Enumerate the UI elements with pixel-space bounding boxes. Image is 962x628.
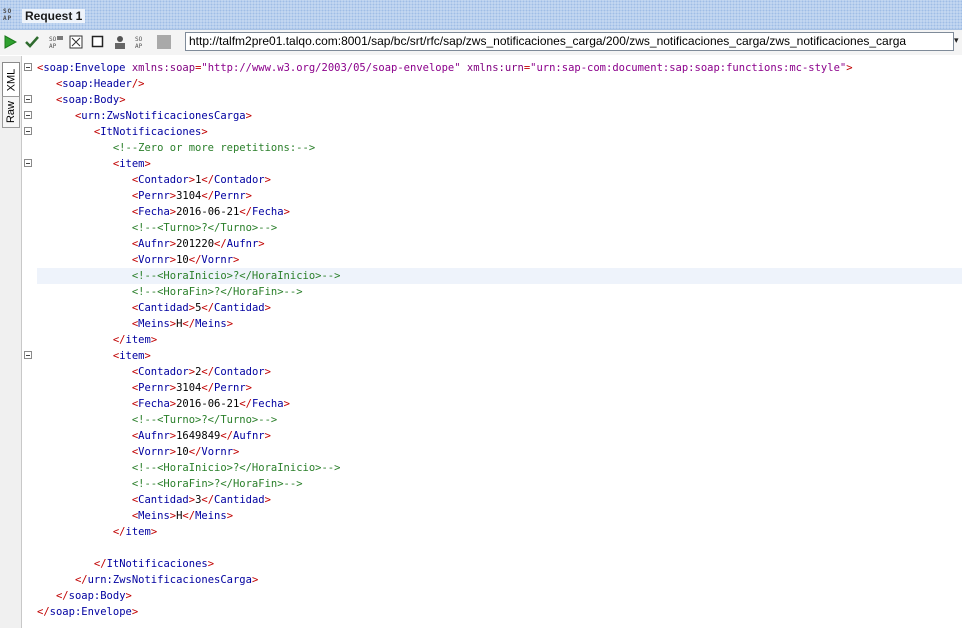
fold-toggle-icon[interactable] <box>24 63 32 71</box>
code-text: <Meins>H</Meins> <box>131 318 234 330</box>
code-line[interactable]: <Vornr>10</Vornr> <box>22 444 962 460</box>
code-text: <soap:Body> <box>55 94 126 106</box>
code-text: <ItNotificaciones> <box>93 126 208 138</box>
check-icon[interactable] <box>24 34 40 50</box>
code-text: <Pernr>3104</Pernr> <box>131 190 252 202</box>
code-text: <!--<HoraInicio>?</HoraInicio>--> <box>131 462 341 474</box>
code-line[interactable]: <ItNotificaciones> <box>22 124 962 140</box>
code-text: <!--<HoraFin>?</HoraFin>--> <box>131 286 303 298</box>
code-line[interactable]: <Aufnr>1649849</Aufnr> <box>22 428 962 444</box>
code-line[interactable]: <!--Zero or more repetitions:--> <box>22 140 962 156</box>
code-text: <Contador>2</Contador> <box>131 366 271 378</box>
code-text: </item> <box>112 526 158 538</box>
expand-icon[interactable] <box>68 34 84 50</box>
window-title: Request 1 <box>22 9 86 23</box>
code-line[interactable]: <urn:ZwsNotificacionesCarga> <box>22 108 962 124</box>
tab-raw[interactable]: Raw <box>2 96 20 128</box>
code-text: <!--<Turno>?</Turno>--> <box>131 414 278 426</box>
tab-xml[interactable]: XML <box>2 62 20 98</box>
code-line[interactable]: <soap:Envelope xmlns:soap="http://www.w3… <box>22 60 962 76</box>
code-line[interactable]: </ItNotificaciones> <box>22 556 962 572</box>
code-line[interactable]: <Contador>1</Contador> <box>22 172 962 188</box>
svg-text:AP: AP <box>49 43 57 50</box>
code-line[interactable]: <Cantidad>5</Cantidad> <box>22 300 962 316</box>
endpoint-url-input[interactable]: http://talfm2pre01.talqo.com:8001/sap/bc… <box>185 32 954 51</box>
code-line[interactable]: <Aufnr>201220</Aufnr> <box>22 236 962 252</box>
code-line[interactable]: <Pernr>3104</Pernr> <box>22 188 962 204</box>
fold-toggle-icon[interactable] <box>24 111 32 119</box>
code-text: <!--<HoraFin>?</HoraFin>--> <box>131 478 303 490</box>
code-line[interactable]: <!--<HoraInicio>?</HoraInicio>--> <box>22 268 962 284</box>
run-icon[interactable] <box>2 34 18 50</box>
user-icon[interactable] <box>112 34 128 50</box>
code-line[interactable]: <item> <box>22 348 962 364</box>
side-tabs: XML Raw <box>0 56 22 628</box>
code-text: <!--<HoraInicio>?</HoraInicio>--> <box>131 270 341 282</box>
code-line[interactable]: <Vornr>10</Vornr> <box>22 252 962 268</box>
code-line[interactable] <box>22 540 962 556</box>
wsa-icon[interactable]: SO AP <box>48 34 64 50</box>
code-line[interactable]: <Cantidad>3</Cantidad> <box>22 492 962 508</box>
code-text: <Meins>H</Meins> <box>131 510 234 522</box>
code-text: <Aufnr>1649849</Aufnr> <box>131 430 271 442</box>
code-text: </soap:Envelope> <box>37 606 139 618</box>
code-text: <soap:Envelope xmlns:soap="http://www.w3… <box>37 62 853 74</box>
code-line[interactable]: <!--<HoraInicio>?</HoraInicio>--> <box>22 460 962 476</box>
code-text: <Aufnr>201220</Aufnr> <box>131 238 265 250</box>
code-line[interactable]: </urn:ZwsNotificacionesCarga> <box>22 572 962 588</box>
code-text: <item> <box>112 158 151 170</box>
code-text: <!--Zero or more repetitions:--> <box>112 142 316 154</box>
code-text: <Fecha>2016-06-21</Fecha> <box>131 206 290 218</box>
svg-text:SO: SO <box>49 36 57 43</box>
code-line[interactable]: </item> <box>22 332 962 348</box>
code-text: </urn:ZwsNotificacionesCarga> <box>74 574 259 586</box>
fold-toggle-icon[interactable] <box>24 95 32 103</box>
code-text: <Fecha>2016-06-21</Fecha> <box>131 398 290 410</box>
xml-editor[interactable]: <soap:Envelope xmlns:soap="http://www.w3… <box>22 56 962 628</box>
fold-toggle-icon[interactable] <box>24 159 32 167</box>
code-line[interactable]: <soap:Body> <box>22 92 962 108</box>
code-line[interactable]: <Meins>H</Meins> <box>22 508 962 524</box>
svg-text:SO: SO <box>135 36 143 43</box>
code-line[interactable]: <Pernr>3104</Pernr> <box>22 380 962 396</box>
code-text: </soap:Body> <box>55 590 132 602</box>
code-text: <Cantidad>3</Cantidad> <box>131 494 271 506</box>
grey-box-icon[interactable] <box>156 34 172 50</box>
code-text: <item> <box>112 350 151 362</box>
code-text: </item> <box>112 334 158 346</box>
title-bar: SO AP Request 1 <box>0 0 962 30</box>
code-line[interactable]: <Contador>2</Contador> <box>22 364 962 380</box>
svg-text:AP: AP <box>135 43 143 50</box>
code-line[interactable]: </soap:Envelope> <box>22 604 962 620</box>
code-line[interactable]: <item> <box>22 156 962 172</box>
code-line[interactable]: </soap:Body> <box>22 588 962 604</box>
fold-toggle-icon[interactable] <box>24 127 32 135</box>
chevron-down-icon[interactable]: ▾ <box>954 32 962 51</box>
code-line[interactable]: <Fecha>2016-06-21</Fecha> <box>22 396 962 412</box>
code-line[interactable]: <!--<HoraFin>?</HoraFin>--> <box>22 284 962 300</box>
code-line[interactable]: <soap:Header/> <box>22 76 962 92</box>
code-text: <Contador>1</Contador> <box>131 174 271 186</box>
code-line[interactable]: <!--<Turno>?</Turno>--> <box>22 412 962 428</box>
code-line[interactable]: <Meins>H</Meins> <box>22 316 962 332</box>
code-line[interactable]: <!--<Turno>?</Turno>--> <box>22 220 962 236</box>
code-text: <soap:Header/> <box>55 78 145 90</box>
code-text: </ItNotificaciones> <box>93 558 215 570</box>
code-text: <!--<Turno>?</Turno>--> <box>131 222 278 234</box>
code-text: <Vornr>10</Vornr> <box>131 254 240 266</box>
code-text: <Vornr>10</Vornr> <box>131 446 240 458</box>
fold-toggle-icon[interactable] <box>24 351 32 359</box>
code-line[interactable]: <!--<HoraFin>?</HoraFin>--> <box>22 476 962 492</box>
stop-icon[interactable] <box>90 34 106 50</box>
code-text: <urn:ZwsNotificacionesCarga> <box>74 110 252 122</box>
code-text: <Pernr>3104</Pernr> <box>131 382 252 394</box>
wss-icon[interactable]: SO AP <box>134 34 150 50</box>
code-line[interactable]: <Fecha>2016-06-21</Fecha> <box>22 204 962 220</box>
soap-logo-icon: SO AP <box>3 8 13 22</box>
code-line[interactable]: </item> <box>22 524 962 540</box>
code-text: <Cantidad>5</Cantidad> <box>131 302 271 314</box>
